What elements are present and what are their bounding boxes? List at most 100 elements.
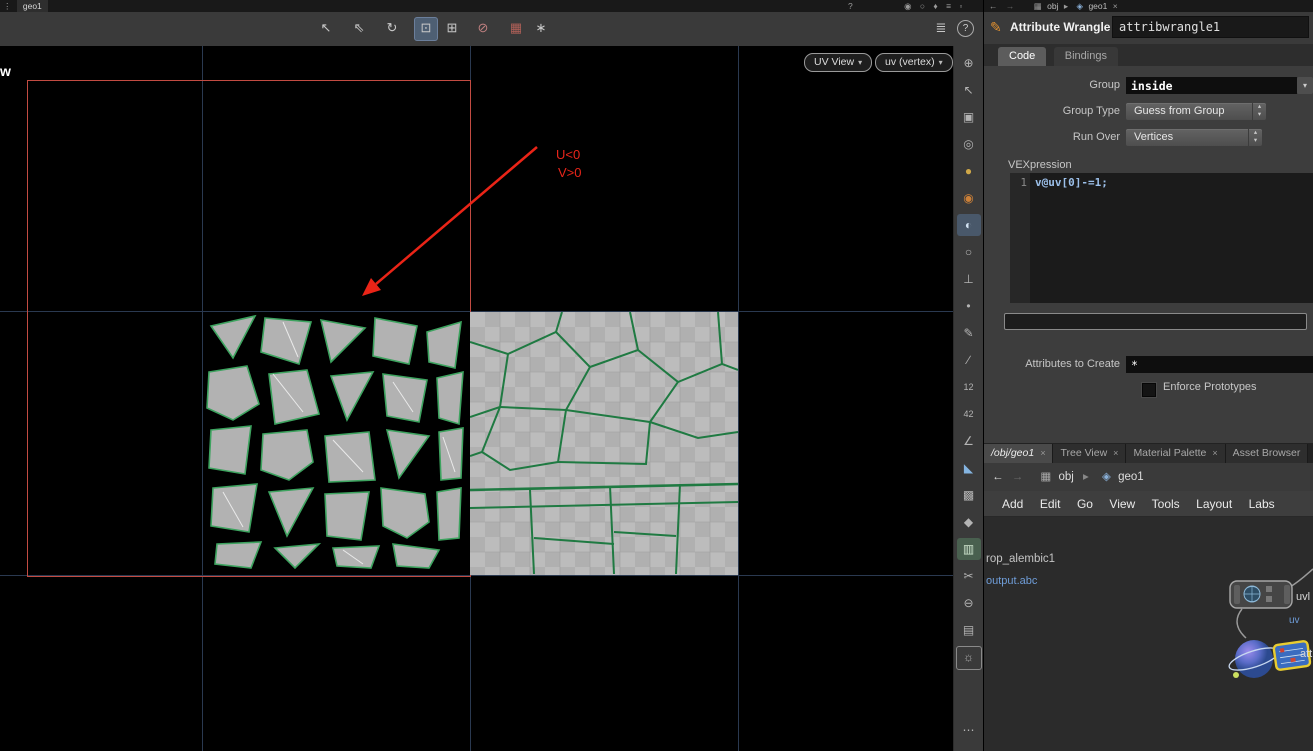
material-shade-icon[interactable]: ◉ (957, 187, 981, 209)
uv-viewport[interactable]: w (0, 46, 953, 751)
prim-numbers-icon[interactable]: 42 (957, 403, 981, 425)
lasso-select-icon[interactable]: ⊞ (441, 17, 463, 39)
view-pivot-icon[interactable]: ◎ (957, 133, 981, 155)
run-over-dropdown[interactable]: Vertices ▴▾ (1126, 129, 1262, 146)
select-mode-icon[interactable]: ↖ (315, 17, 337, 39)
run-over-value: Vertices (1134, 131, 1173, 143)
enforce-prototypes-checkbox[interactable] (1142, 383, 1156, 397)
path-geo1[interactable]: geo1 (1118, 471, 1144, 483)
brush-icon[interactable]: ✎ (957, 322, 981, 344)
path-obj[interactable]: obj (1058, 471, 1073, 483)
pan-view-icon[interactable]: ⊕ (957, 52, 981, 74)
more-options-icon[interactable]: ⋯ (957, 719, 981, 741)
tab-code[interactable]: Code (998, 47, 1046, 66)
pane-tab-close-icon[interactable]: × (1110, 0, 1121, 12)
pane-path-obj[interactable]: obj (1047, 1, 1058, 11)
network-canvas[interactable]: rop_alembic1 output.abc (984, 517, 1313, 751)
display-mode-icon[interactable]: ◐ (957, 214, 981, 236)
menu-edit[interactable]: Edit (1034, 491, 1067, 517)
mini-window-icon[interactable]: ▫ (956, 0, 965, 12)
snapshot-icon[interactable]: ▤ (957, 619, 981, 641)
select-tool-icon[interactable]: ↖ (957, 79, 981, 101)
menu-go[interactable]: Go (1071, 491, 1099, 517)
box-select-icon[interactable]: ⊡ (414, 17, 438, 41)
forward-icon[interactable]: → (1012, 471, 1034, 483)
take-radio-icon[interactable]: ◉ (858, 0, 914, 12)
node-wire (1237, 609, 1246, 638)
enforce-prototypes-label: Enforce Prototypes (1163, 381, 1257, 393)
circle-mask-icon[interactable]: ⊖ (957, 592, 981, 614)
uv-tile-shards (203, 312, 468, 574)
houdini-window: ⋮ geo1 ? ◉ ○ ♦ ≡ ▫ ← → ▦ obj ▸ ◈ geo1 × … (0, 0, 1313, 751)
select-geometry-icon[interactable]: ⇖ (348, 17, 370, 39)
point-numbers-icon[interactable]: 12 (957, 376, 981, 398)
vex-code-editor[interactable]: 1 v@uv[0]-=1; (1010, 173, 1313, 303)
desktop-menu-icon[interactable]: ≡ (943, 0, 954, 12)
obj-grid-icon: ▦ (1020, 0, 1045, 12)
uv-attribute-menu-button[interactable]: uv (vertex)▾ (875, 53, 953, 72)
attributes-to-create-field[interactable] (1126, 356, 1313, 373)
menu-tools[interactable]: Tools (1146, 491, 1186, 517)
pane-forward-icon[interactable]: → (1003, 0, 1018, 12)
group-dropdown-button[interactable]: ▾ (1297, 77, 1313, 94)
tab-tree-view[interactable]: Tree View× (1053, 444, 1126, 463)
help-icon[interactable]: ? (957, 20, 974, 37)
handles-tool-icon[interactable]: ↻ (381, 17, 403, 39)
cut-icon[interactable]: ✂ (957, 565, 981, 587)
slash-tool-icon[interactable]: ∕ (957, 349, 981, 371)
tab-material-palette[interactable]: Material Palette× (1126, 444, 1225, 463)
normals-icon[interactable]: ⊥ (957, 268, 981, 290)
lock-icon[interactable]: ▣ (957, 106, 981, 128)
view-background-icon[interactable]: ▦ (505, 17, 527, 39)
attribute-wrangle-icon: ✎ (990, 19, 1002, 36)
snapping-off-icon[interactable]: ⊘ (472, 17, 494, 39)
flipbook-icon[interactable]: ∗ (530, 17, 552, 39)
tab-asset-browser[interactable]: Asset Browser (1226, 444, 1309, 463)
view-menu-label: UV View (814, 56, 854, 68)
uvlayout-output-port-label[interactable]: uv (1289, 615, 1300, 626)
light-icon[interactable]: ☼ (956, 646, 982, 670)
uvlayout-node[interactable] (1230, 581, 1292, 608)
view-menu-button[interactable]: UV View▾ (804, 53, 872, 72)
drag-handle-icon[interactable]: ⋮ (0, 0, 15, 12)
angle-snap-icon[interactable]: ∠ (957, 430, 981, 452)
notification-icon[interactable]: ♦ (930, 0, 940, 12)
spinner-icon[interactable]: ▴▾ (1252, 103, 1266, 120)
pane-path-geo[interactable]: geo1 (1088, 1, 1107, 11)
spinner-icon[interactable]: ▴▾ (1248, 129, 1262, 146)
network-nodes-layer: uvl uv att (984, 517, 1313, 751)
display-options-icon[interactable]: ≣ (930, 17, 952, 39)
group-field[interactable] (1126, 77, 1297, 94)
attribwrangle-node[interactable] (1227, 640, 1311, 678)
uvlayout-node-label[interactable]: uvl (1296, 591, 1310, 603)
point-marker-icon[interactable]: • (957, 295, 981, 317)
shaded-mode-icon[interactable]: ● (957, 160, 981, 182)
close-icon[interactable]: × (1040, 448, 1045, 458)
tab-bindings[interactable]: Bindings (1054, 47, 1118, 66)
vex-expression-bar[interactable] (1004, 313, 1307, 330)
close-icon[interactable]: × (1212, 448, 1217, 458)
attribwrangle-node-label[interactable]: att (1300, 648, 1312, 660)
menu-view[interactable]: View (1103, 491, 1141, 517)
vex-code-text[interactable]: v@uv[0]-=1; (1030, 173, 1313, 303)
wireframe-icon[interactable]: ○ (957, 241, 981, 263)
reflection-icon[interactable]: ◆ (957, 511, 981, 533)
uv-overlay-icon[interactable]: ◣ (957, 457, 981, 479)
image-plane-icon[interactable]: ▥ (957, 538, 981, 560)
menu-layout[interactable]: Layout (1190, 491, 1238, 517)
checker-icon[interactable]: ▩ (957, 484, 981, 506)
help-mini-icon[interactable]: ? (845, 0, 856, 12)
take-radio-off-icon[interactable]: ○ (917, 0, 928, 12)
pane-back-icon[interactable]: ← (986, 0, 1001, 12)
vexpression-label: VEXpression (1008, 159, 1072, 171)
node-wire (1290, 569, 1313, 587)
close-icon[interactable]: × (1113, 448, 1118, 458)
node-name-field[interactable] (1112, 16, 1309, 38)
tab-network-obj-geo1[interactable]: /obj/geo1× (984, 444, 1053, 463)
group-type-dropdown[interactable]: Guess from Group ▴▾ (1126, 103, 1266, 120)
menu-add[interactable]: Add (996, 491, 1029, 517)
group-type-label: Group Type (984, 103, 1120, 120)
scene-tab-geo1[interactable]: geo1 (17, 0, 48, 12)
back-icon[interactable]: ← (984, 471, 1009, 483)
menu-labs[interactable]: Labs (1243, 491, 1281, 517)
